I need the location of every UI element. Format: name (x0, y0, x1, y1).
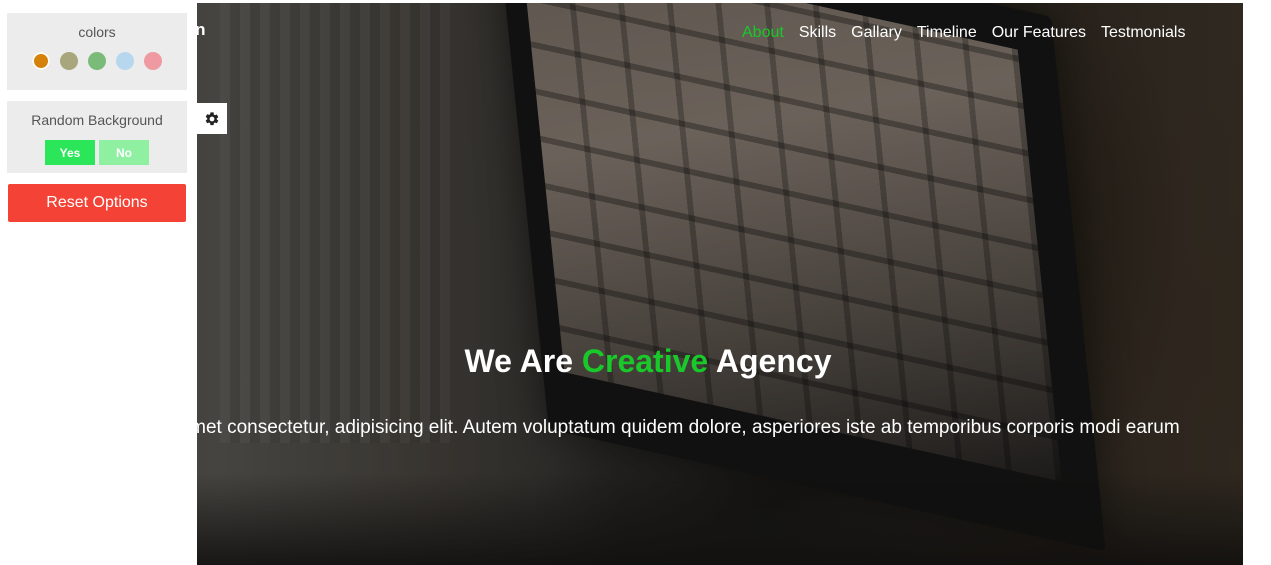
random-background-title: Random Background (31, 112, 163, 128)
nav-our-features[interactable]: Our Features (992, 24, 1086, 42)
colors-title: colors (78, 24, 116, 40)
color-swatch[interactable] (32, 52, 50, 70)
settings-panel: colors Random Background Yes No Reset Op… (0, 0, 197, 565)
random-bg-no-button[interactable]: No (99, 140, 149, 165)
hero-description: olor sit amet consectetur, adipisicing e… (118, 417, 1180, 438)
colors-option-box: colors (7, 13, 187, 90)
random-background-box: Random Background Yes No (7, 101, 187, 173)
nav-skills[interactable]: Skills (799, 24, 836, 42)
color-swatch[interactable] (88, 52, 106, 70)
random-bg-yes-button[interactable]: Yes (45, 140, 95, 165)
random-background-toggle: Yes No (7, 140, 187, 165)
hero-title-post: Agency (715, 343, 832, 379)
settings-toggle-button[interactable] (197, 103, 227, 134)
nav-gallary[interactable]: Gallary (851, 24, 902, 42)
main-nav: About Skills Gallary Timeline Our Featur… (742, 24, 1185, 42)
nav-timeline[interactable]: Timeline (917, 24, 977, 42)
color-swatch[interactable] (116, 52, 134, 70)
hero-title-accent: Creative (581, 343, 709, 379)
nav-testmonials[interactable]: Testmonials (1101, 24, 1185, 42)
color-swatch[interactable] (60, 52, 78, 70)
nav-about[interactable]: About (742, 24, 784, 42)
color-swatch[interactable] (144, 52, 162, 70)
hero-title: We Are Creative Agency (198, 343, 1098, 380)
reset-options-button[interactable]: Reset Options (8, 184, 186, 222)
color-swatches (7, 52, 187, 70)
gear-icon (205, 111, 219, 125)
hero-title-pre: We Are (464, 343, 573, 379)
